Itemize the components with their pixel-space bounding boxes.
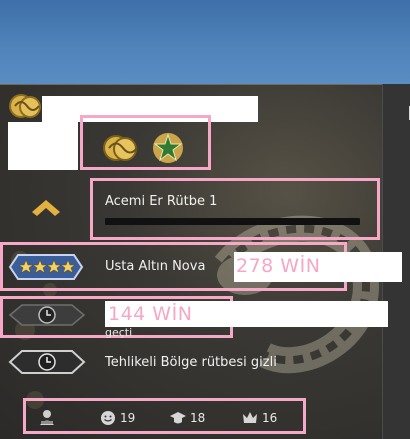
competitive-rank-name: Usta Altın Nova bbox=[105, 259, 206, 274]
trophy-avatar-icon bbox=[40, 410, 54, 425]
friendly-count: 19 bbox=[120, 411, 136, 425]
rank-name: Acemi Er Rütbe 1 bbox=[105, 194, 218, 209]
danger-zone-emblem-icon bbox=[8, 350, 86, 374]
teacher-commend: 18 bbox=[170, 410, 205, 426]
smile-icon bbox=[101, 411, 115, 425]
rank-highlight bbox=[90, 178, 380, 240]
service-coin-icon bbox=[9, 94, 41, 118]
background-sky bbox=[0, 0, 410, 84]
leader-count: 16 bbox=[262, 411, 278, 425]
crown-icon bbox=[243, 412, 257, 423]
redacted-box-left bbox=[8, 122, 78, 170]
wingman-win-overlay: 144 WİN bbox=[108, 303, 193, 325]
friendly-commend: 19 bbox=[100, 410, 135, 426]
leader-commend: 16 bbox=[242, 410, 277, 426]
rank-progress-bar bbox=[105, 218, 360, 225]
competitive-win-overlay: 278 WİN bbox=[236, 255, 321, 277]
nova-stars-icon bbox=[8, 254, 84, 280]
teacher-count: 18 bbox=[190, 411, 206, 425]
chevron-up-icon bbox=[32, 200, 60, 216]
star-medal-icon bbox=[153, 133, 183, 163]
mortarboard-icon bbox=[170, 412, 186, 424]
danger-zone-label: Tehlikeli Bölge rütbesi gizli bbox=[105, 355, 277, 370]
clock-emblem-icon bbox=[8, 304, 86, 326]
wingman-partial-text: geçti bbox=[105, 326, 133, 339]
gold-coin-icon bbox=[103, 135, 138, 161]
